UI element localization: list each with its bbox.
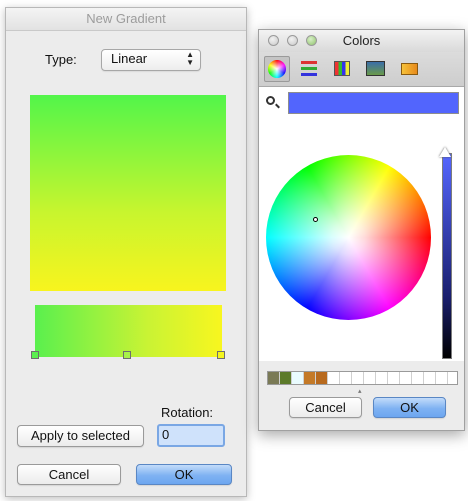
current-color-well[interactable] xyxy=(288,92,459,114)
color-wheel-cursor[interactable] xyxy=(313,217,318,222)
favorite-color-swatch[interactable] xyxy=(340,372,352,384)
close-window-icon[interactable] xyxy=(268,35,279,46)
type-label: Type: xyxy=(45,52,77,67)
favorite-color-swatch[interactable] xyxy=(328,372,340,384)
popup-arrows-icon: ▲ ▼ xyxy=(186,50,194,67)
gradient-stop-start[interactable] xyxy=(31,351,39,359)
type-popup-value: Linear xyxy=(111,51,148,66)
favorite-color-swatch[interactable] xyxy=(400,372,412,384)
favorite-color-swatch[interactable] xyxy=(352,372,364,384)
gradient-stop-middle[interactable] xyxy=(123,351,131,359)
color-wheel[interactable] xyxy=(266,155,431,320)
ok-button[interactable]: OK xyxy=(136,464,232,485)
type-popup[interactable]: Linear ▲ ▼ xyxy=(101,49,201,71)
color-wheel-panel xyxy=(259,87,464,361)
favorites-resize-icon[interactable]: ▴ xyxy=(358,387,362,395)
magnifier-icon[interactable] xyxy=(266,96,275,105)
favorite-color-swatch[interactable] xyxy=(280,372,292,384)
colors-toolbar xyxy=(259,52,464,87)
colors-window: Colors ▴ Cancel OK xyxy=(258,29,465,431)
favorite-color-swatch[interactable] xyxy=(304,372,316,384)
color-palettes-icon[interactable] xyxy=(332,58,352,78)
favorite-color-swatch[interactable] xyxy=(268,372,280,384)
favorite-color-swatch[interactable] xyxy=(424,372,436,384)
favorite-color-swatch[interactable] xyxy=(436,372,448,384)
favorite-color-swatch[interactable] xyxy=(376,372,388,384)
rotation-label: Rotation: xyxy=(161,405,214,420)
favorite-color-swatch[interactable] xyxy=(412,372,424,384)
gradient-preview xyxy=(30,95,226,291)
colors-cancel-button[interactable]: Cancel xyxy=(289,397,362,418)
color-wheel-tab[interactable] xyxy=(264,56,290,82)
rotation-field[interactable]: 0 xyxy=(157,424,225,447)
favorite-color-swatch[interactable] xyxy=(292,372,304,384)
cancel-button[interactable]: Cancel xyxy=(17,464,121,485)
zoom-window-icon[interactable] xyxy=(306,35,317,46)
colors-ok-button[interactable]: OK xyxy=(373,397,446,418)
crayons-icon[interactable] xyxy=(399,58,419,78)
favorite-colors-bar[interactable] xyxy=(267,371,458,385)
gradient-stop-end[interactable] xyxy=(217,351,225,359)
color-sliders-icon[interactable] xyxy=(299,58,319,78)
favorite-color-swatch[interactable] xyxy=(316,372,328,384)
minimize-window-icon[interactable] xyxy=(287,35,298,46)
brightness-slider[interactable] xyxy=(442,153,452,359)
color-wheel-icon xyxy=(268,60,286,78)
apply-to-selected-button[interactable]: Apply to selected xyxy=(17,425,144,447)
new-gradient-window: New Gradient Type: Linear ▲ ▼ Rotation: A… xyxy=(5,7,247,497)
image-palettes-icon[interactable] xyxy=(365,58,385,78)
favorite-color-swatch[interactable] xyxy=(388,372,400,384)
gradient-window-title: New Gradient xyxy=(6,8,246,31)
gradient-stops-bar[interactable] xyxy=(35,305,222,357)
brightness-slider-knob[interactable] xyxy=(439,147,451,157)
colors-window-title: Colors xyxy=(342,33,381,48)
favorite-color-swatch[interactable] xyxy=(364,372,376,384)
